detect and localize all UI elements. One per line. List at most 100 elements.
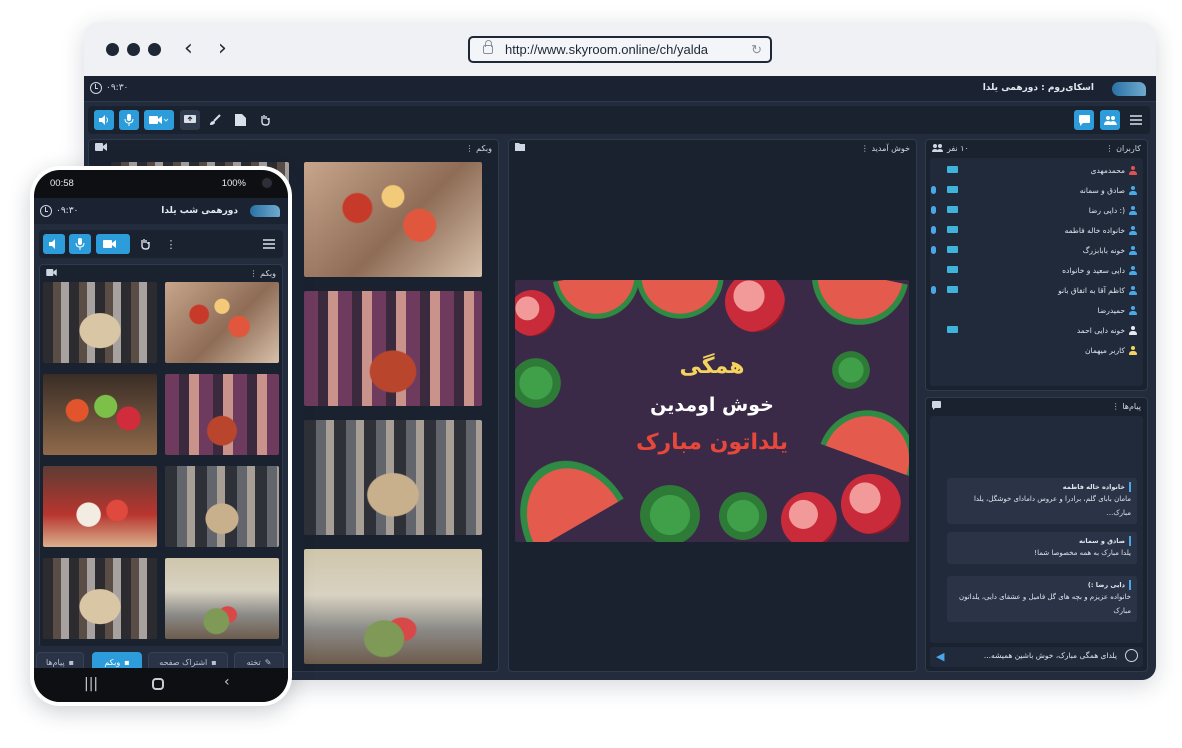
user-avatar-icon (1129, 285, 1137, 295)
menu-button[interactable] (259, 234, 279, 254)
phone-room-title: دورهمی شب یلدا (161, 206, 238, 216)
user-row[interactable]: کاظم آقا به اتفاق بانو (927, 282, 1137, 298)
recent-apps-icon[interactable]: ||| (84, 676, 98, 692)
menu-button[interactable] (1126, 110, 1146, 130)
user-row[interactable]: صادق و سمانه (927, 182, 1137, 198)
user-name: خونه بابابزرگ (1082, 245, 1125, 255)
back-button[interactable]: ‹ (184, 36, 193, 62)
user-row[interactable]: حمیدرضا (927, 302, 1137, 318)
phone-webcam-thumbnail-5[interactable] (43, 466, 157, 547)
camera-button[interactable] (144, 110, 174, 130)
messages-panel: پیام‌ها ⋮ خانواده خاله فاطمه مامان بابای … (925, 397, 1148, 672)
mic-button[interactable] (119, 110, 139, 130)
phone-screen: 00:58 100% ۰۹:۳۰ دورهمی شب یلدا ⋮ وبکم ⋮… (34, 170, 288, 702)
video-icon: ▪ (124, 658, 130, 667)
phone-webcam-panel: وبکم ⋮ (39, 264, 283, 648)
brush-icon: ✎ (264, 658, 272, 667)
mic-button[interactable] (69, 234, 91, 254)
webcam-thumbnail-4[interactable] (304, 549, 482, 664)
tab-messages-label: پیام‌ها (45, 658, 65, 667)
panel-menu-icon[interactable]: ⋮ (466, 144, 474, 153)
files-button[interactable] (230, 110, 250, 130)
hand-icon (141, 239, 150, 250)
hamburger-icon (1130, 115, 1142, 125)
user-row[interactable]: کاربر میهمان (927, 342, 1137, 358)
camera-icon (149, 116, 169, 124)
phone-webcam-thumbnail-8[interactable] (165, 558, 279, 639)
phone-toolbar: ⋮ (39, 230, 283, 258)
messages-panel-header: پیام‌ها ⋮ (926, 398, 1147, 414)
brush-button[interactable] (205, 110, 225, 130)
speaker-button[interactable] (43, 234, 65, 254)
user-row[interactable]: دایی سعید و خانواده (927, 262, 1137, 278)
phone-webcam-thumbnail-7[interactable] (43, 558, 157, 639)
presentation-panel-title: خوش آمدید (871, 143, 910, 153)
mic-icon (124, 114, 134, 126)
camera-button[interactable] (96, 234, 130, 254)
panel-menu-icon[interactable]: ⋮ (250, 269, 258, 278)
chat-icon: ▪ (68, 658, 75, 667)
session-clock: ۰۹:۳۰ (90, 82, 128, 94)
speaker-button[interactable] (94, 110, 114, 130)
messages-list: خانواده خاله فاطمه مامان بابای گلم، برادر… (930, 416, 1143, 643)
yalda-slide: همگی خوش اومدین یلداتون مبارک (515, 280, 909, 542)
phone-webcam-thumbnail-4[interactable] (165, 374, 279, 455)
panel-menu-icon[interactable]: ⋮ (1112, 402, 1120, 411)
leaf-decoration (715, 488, 771, 542)
window-dot-1[interactable] (106, 43, 119, 56)
chat-toggle-button[interactable] (1074, 110, 1094, 130)
user-camera-icon (947, 326, 958, 333)
raise-hand-button[interactable] (135, 234, 155, 254)
user-row[interactable]: خونه بابابزرگ (927, 242, 1137, 258)
user-name: حمیدرضا (1097, 305, 1125, 315)
user-row[interactable]: خونه دایی احمد (927, 322, 1137, 338)
watermelon-decoration (800, 280, 909, 336)
address-bar[interactable]: http://www.skyroom.online/ch/yalda ↻ (468, 36, 772, 63)
send-icon[interactable]: ◀ (936, 650, 944, 663)
home-icon[interactable] (152, 678, 164, 690)
phone-app-topbar: ۰۹:۳۰ دورهمی شب یلدا (34, 198, 288, 224)
user-name: خانواده خاله فاطمه (1064, 225, 1125, 235)
webcam-thumbnail-1[interactable] (304, 162, 482, 277)
url-text: http://www.skyroom.online/ch/yalda (505, 42, 709, 57)
panel-menu-icon[interactable]: ⋮ (1106, 144, 1114, 153)
user-row[interactable]: دایی رضا :) (927, 202, 1137, 218)
phone-webcam-thumbnail-1[interactable] (43, 282, 157, 363)
share-screen-button[interactable] (180, 110, 200, 130)
slide-line-3: یلداتون مبارک (635, 430, 789, 455)
user-name: محمدمهدی (1090, 165, 1125, 175)
back-icon[interactable]: ‹ (224, 674, 230, 690)
webcam-thumbnail-3[interactable] (304, 420, 482, 535)
window-dot-2[interactable] (127, 43, 140, 56)
clock-icon (40, 205, 52, 217)
users-panel: ۱۰ نفر کاربران ⋮ محمدمهدی صادق و سمانه دای… (925, 139, 1148, 391)
user-row[interactable]: محمدمهدی (927, 162, 1137, 178)
app-topbar: ۰۹:۳۰ اسکای‌روم : دورهمی یلدا (84, 76, 1156, 102)
reload-icon[interactable]: ↻ (751, 42, 762, 58)
phone-webcam-thumbnail-6[interactable] (165, 466, 279, 547)
users-icon (932, 144, 943, 152)
panel-menu-icon[interactable]: ⋮ (861, 144, 869, 153)
user-name: دایی سعید و خانواده (1062, 265, 1125, 275)
user-mic-icon (931, 186, 936, 194)
phone-nav-bar: ||| ‹ (34, 668, 288, 702)
users-panel-title: کاربران (1116, 143, 1141, 153)
forward-button[interactable]: › (218, 36, 227, 62)
chat-input[interactable]: یلدای همگی مبارک، خوش باشین همیشه... ◀ (930, 647, 1143, 667)
user-row[interactable]: خانواده خاله فاطمه (927, 222, 1137, 238)
raise-hand-button[interactable] (255, 110, 275, 130)
phone-webcam-thumbnail-2[interactable] (165, 282, 279, 363)
webcam-thumbnail-2[interactable] (304, 291, 482, 406)
window-dot-3[interactable] (148, 43, 161, 56)
emoji-icon[interactable] (1125, 649, 1138, 662)
chat-message: صادق و سمانه یلدا مبارک به همه مخصوصا شما… (947, 532, 1137, 564)
more-icon[interactable]: ⋮ (161, 234, 181, 254)
phone-webcam-thumbnail-3[interactable] (43, 374, 157, 455)
chat-icon (932, 400, 941, 412)
message-sender: خانواده خاله فاطمه (953, 482, 1131, 492)
users-toggle-button[interactable] (1100, 110, 1120, 130)
folder-icon (515, 143, 525, 153)
user-camera-icon (947, 186, 958, 193)
chat-input-text: یلدای همگی مبارک، خوش باشین همیشه... (983, 651, 1117, 660)
front-camera-icon (260, 176, 274, 190)
